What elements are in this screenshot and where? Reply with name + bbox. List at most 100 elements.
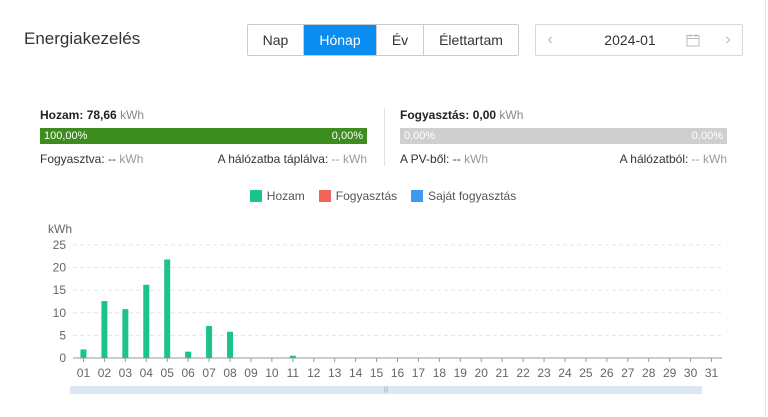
consumption-header: Fogyasztás: 0,00 kWh: [400, 108, 727, 124]
x-tick-label: 01: [77, 366, 91, 380]
yield-footer: Fogyasztva: -- kWh A hálózatba táplálva:…: [40, 152, 367, 166]
yield-unit: kWh: [120, 108, 145, 122]
y-tick-label: 20: [53, 261, 67, 275]
x-tick-label: 22: [516, 366, 530, 380]
month-picker[interactable]: ‹ 2024-01 ›: [535, 24, 743, 56]
x-tick-label: 10: [265, 366, 279, 380]
tab-year[interactable]: Év: [377, 25, 424, 55]
yield-consumed-value: --: [108, 152, 117, 166]
yield-ratio-bar: 100,00% 0,00%: [40, 128, 367, 144]
tab-lifetime[interactable]: Élettartam: [424, 25, 518, 55]
consumption-ratio-bar: 0,00% 0,00%: [400, 128, 727, 144]
legend-label-self-consumption: Saját fogyasztás: [428, 189, 517, 203]
consumption-stats: Fogyasztás: 0,00 kWh 0,00% 0,00% A PV-bő…: [400, 108, 727, 166]
consumption-grid-unit: kWh: [703, 152, 727, 166]
yield-label: Hozam:: [40, 108, 84, 122]
stats-divider: [384, 108, 385, 166]
x-tick-label: 15: [370, 366, 384, 380]
x-tick-label: 28: [642, 366, 656, 380]
x-tick-label: 14: [349, 366, 363, 380]
yield-stats: Hozam: 78,66 kWh 100,00% 0,00% Fogyasztv…: [40, 108, 367, 166]
y-tick-label: 0: [59, 351, 66, 365]
bar-hozam-05: [164, 259, 171, 358]
x-tick-label: 17: [412, 366, 426, 380]
x-tick-label: 08: [223, 366, 237, 380]
yield-grid-label: A hálózatba táplálva:: [217, 152, 329, 166]
x-tick-label: 29: [663, 366, 677, 380]
y-tick-label: 25: [53, 238, 67, 252]
slider-handle-icon[interactable]: |||: [382, 386, 390, 394]
consumption-label: Fogyasztás:: [400, 108, 470, 122]
x-tick-label: 18: [433, 366, 447, 380]
legend-item-yield[interactable]: Hozam: [249, 189, 305, 203]
bar-hozam-03: [122, 309, 129, 358]
chart-legend: Hozam Fogyasztás Saját fogyasztás: [0, 189, 766, 203]
consumption-grid: A hálózatból: -- kWh: [620, 152, 727, 166]
y-tick-label: 15: [53, 283, 67, 297]
x-tick-label: 27: [621, 366, 635, 380]
consumption-bar-left: 0,00%: [404, 130, 436, 142]
x-tick-label: 23: [537, 366, 551, 380]
yield-grid-unit: kWh: [343, 152, 367, 166]
consumption-unit: kWh: [499, 108, 524, 122]
page-title: Energiakezelés: [24, 29, 141, 48]
consumption-value: 0,00: [472, 108, 497, 122]
tab-month[interactable]: Hónap: [304, 25, 377, 55]
bar-hozam-06: [185, 351, 192, 358]
energy-management-card: Energiakezelés Nap Hónap Év Élettartam ‹…: [0, 0, 766, 417]
yield-consumed: Fogyasztva: -- kWh: [40, 152, 143, 166]
next-month-icon[interactable]: ›: [714, 31, 742, 49]
consumption-footer: A PV-ből: -- kWh A hálózatból: -- kWh: [400, 152, 727, 166]
x-tick-label: 13: [328, 366, 342, 380]
yield-grid: A hálózatba táplálva: -- kWh: [218, 152, 367, 166]
bar-hozam-08: [227, 331, 234, 358]
x-tick-label: 04: [140, 366, 154, 380]
x-tick-label: 20: [475, 366, 489, 380]
chart-zoom-slider[interactable]: |||: [70, 386, 702, 394]
x-tick-label: 12: [307, 366, 321, 380]
x-tick-label: 06: [181, 366, 195, 380]
period-tabs: Nap Hónap Év Élettartam: [247, 24, 519, 56]
month-value[interactable]: 2024-01: [564, 32, 686, 48]
prev-month-icon[interactable]: ‹: [536, 31, 564, 49]
x-tick-label: 09: [244, 366, 258, 380]
bar-hozam-01: [80, 349, 87, 358]
tab-day[interactable]: Nap: [248, 25, 304, 55]
consumption-pv-value: --: [452, 152, 461, 166]
legend-label-consumption: Fogyasztás: [335, 189, 398, 203]
yield-bar-left: 100,00%: [44, 130, 88, 142]
legend-item-self-consumption[interactable]: Saját fogyasztás: [411, 189, 516, 203]
yield-header: Hozam: 78,66 kWh: [40, 108, 367, 124]
consumption-pv-label: A PV-ből:: [400, 152, 450, 166]
yield-consumed-unit: kWh: [119, 152, 144, 166]
yield-bar-right: 0,00%: [331, 130, 363, 142]
x-tick-label: 19: [454, 366, 468, 380]
x-tick-label: 30: [684, 366, 698, 380]
calendar-icon[interactable]: [686, 33, 708, 47]
x-tick-label: 16: [391, 366, 405, 380]
legend-swatch-yield: [249, 190, 262, 202]
legend-swatch-consumption: [318, 190, 331, 202]
consumption-bar-right: 0,00%: [691, 130, 723, 142]
energy-bar-chart: kWh051015202501 02 03 04 05 06 07 08 09 10 11 12 13 1…: [48, 222, 722, 380]
consumption-pv: A PV-ből: -- kWh: [400, 152, 488, 166]
x-tick-label: 21: [495, 366, 509, 380]
legend-label-yield: Hozam: [266, 189, 305, 203]
y-tick-label: 10: [53, 306, 67, 320]
legend-swatch-self-consumption: [411, 190, 424, 202]
x-tick-label: 05: [161, 366, 175, 380]
x-tick-label: 02: [98, 366, 112, 380]
consumption-grid-label: A hálózatból:: [619, 152, 689, 166]
bar-hozam-07: [206, 325, 213, 358]
yield-value: 78,66: [86, 108, 117, 122]
consumption-grid-value: --: [691, 152, 700, 166]
yield-consumed-label: Fogyasztva:: [40, 152, 105, 166]
legend-item-consumption[interactable]: Fogyasztás: [318, 189, 398, 203]
x-tick-label: 26: [600, 366, 614, 380]
yield-grid-value: --: [331, 152, 340, 166]
bar-hozam-04: [143, 284, 150, 358]
x-tick-label: 07: [202, 366, 216, 380]
consumption-pv-unit: kWh: [464, 152, 489, 166]
x-tick-label: 31: [705, 366, 719, 380]
bar-hozam-02: [101, 301, 108, 358]
